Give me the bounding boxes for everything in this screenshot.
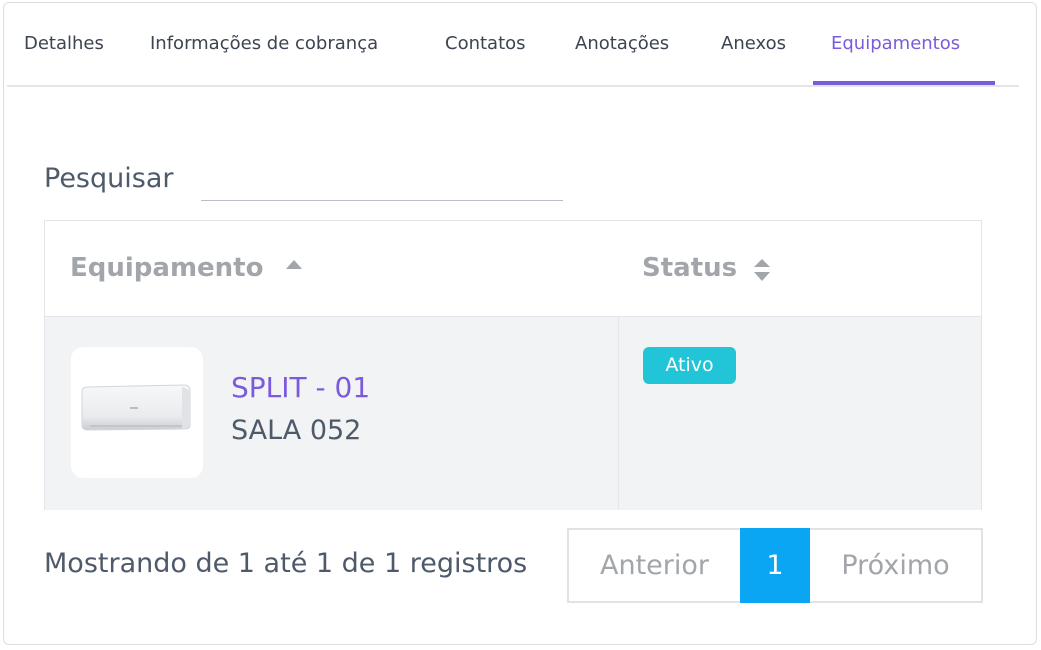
split-air-conditioner-icon <box>81 384 191 431</box>
tab-equipamentos[interactable]: Equipamentos <box>831 33 960 54</box>
equipment-card: Detalhes Informações de cobrança Contato… <box>3 2 1037 645</box>
column-divider <box>618 317 619 510</box>
previous-page-button[interactable]: Anterior <box>567 528 740 603</box>
table-header: Equipamento Status <box>45 221 981 317</box>
tab-informacoes-cobranca[interactable]: Informações de cobrança <box>150 33 378 54</box>
equipment-room: SALA 052 <box>231 415 362 446</box>
column-header-status[interactable]: Status <box>642 253 737 283</box>
status-badge: Ativo <box>643 347 736 384</box>
equipment-name-link[interactable]: SPLIT - 01 <box>231 371 370 404</box>
sort-ascending-icon[interactable] <box>285 259 303 271</box>
table-row[interactable]: SPLIT - 01 SALA 052 Ativo <box>45 317 981 510</box>
search-input[interactable] <box>201 165 563 201</box>
column-header-equipamento[interactable]: Equipamento <box>70 253 263 283</box>
records-info: Mostrando de 1 até 1 de 1 registros <box>44 548 528 579</box>
equipment-thumbnail <box>71 347 203 478</box>
next-page-button[interactable]: Próximo <box>810 528 983 603</box>
tab-bar: Detalhes Informações de cobrança Contato… <box>7 3 1019 87</box>
tab-contatos[interactable]: Contatos <box>445 33 526 54</box>
tab-anexos[interactable]: Anexos <box>721 33 786 54</box>
page-1-button[interactable]: 1 <box>740 528 810 603</box>
tab-detalhes[interactable]: Detalhes <box>24 33 104 54</box>
active-tab-indicator <box>813 81 995 85</box>
tab-anotacoes[interactable]: Anotações <box>575 33 669 54</box>
pagination: Anterior 1 Próximo <box>567 528 983 603</box>
equipment-table: Equipamento Status SPLIT - 01 SALA 052 A… <box>44 220 982 510</box>
search-label: Pesquisar <box>44 163 174 194</box>
sort-unsorted-icon[interactable] <box>753 258 771 282</box>
